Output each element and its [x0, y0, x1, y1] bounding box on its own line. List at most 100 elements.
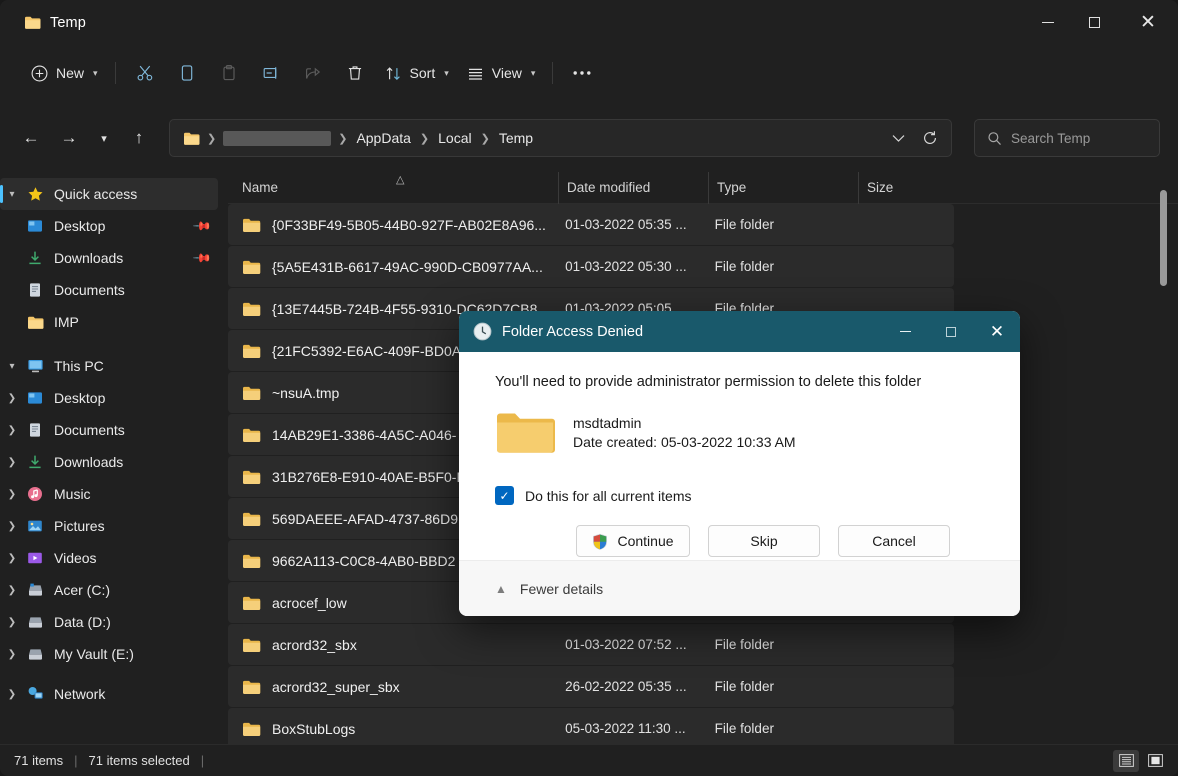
- breadcrumb-item-temp[interactable]: Temp: [493, 126, 539, 150]
- refresh-button[interactable]: [915, 123, 945, 153]
- chevron-right-icon[interactable]: ❯: [0, 553, 24, 564]
- file-name-label: 9662A113-C0C8-4AB0-BBD2: [272, 553, 455, 569]
- sort-ascending-icon: △: [396, 173, 404, 186]
- folder-icon: [242, 427, 261, 443]
- column-header-type[interactable]: Type: [708, 172, 858, 204]
- sidebar-item-downloads-quick[interactable]: Downloads 📌: [0, 242, 218, 274]
- continue-button[interactable]: Continue: [576, 525, 690, 557]
- folder-access-denied-dialog: Folder Access Denied ✕ You'll need to pr…: [459, 311, 1020, 616]
- chevron-right-icon[interactable]: ❯: [0, 521, 24, 532]
- chevron-right-icon[interactable]: ❯: [0, 457, 24, 468]
- breadcrumb-item-appdata[interactable]: AppData: [350, 126, 416, 150]
- chevron-down-icon[interactable]: ▾: [0, 361, 24, 372]
- folder-icon: [24, 15, 41, 30]
- back-button[interactable]: ←: [14, 121, 48, 155]
- sidebar-item-acer-c[interactable]: ❯ Acer (C:): [0, 574, 218, 606]
- chevron-right-icon[interactable]: ❯: [0, 393, 24, 404]
- sidebar-item-my-vault-e[interactable]: ❯ My Vault (E:): [0, 638, 218, 670]
- plus-circle-icon: [31, 65, 48, 82]
- file-name-label: ~nsuA.tmp: [272, 385, 339, 401]
- sidebar-item-videos[interactable]: ❯ Videos: [0, 542, 218, 574]
- copy-icon: [178, 64, 196, 82]
- cancel-label: Cancel: [872, 533, 916, 549]
- close-button[interactable]: ✕: [1118, 0, 1178, 45]
- table-row[interactable]: acrord32_sbx01-03-2022 07:52 ...File fol…: [228, 624, 954, 665]
- table-row[interactable]: {0F33BF49-5B05-44B0-927F-AB02E8A96...01-…: [228, 204, 954, 245]
- forward-button[interactable]: →: [52, 121, 86, 155]
- file-date-cell: 01-03-2022 05:35 ...: [557, 217, 707, 232]
- tab-label: Temp: [50, 15, 86, 31]
- maximize-icon: [946, 327, 956, 337]
- view-button[interactable]: View ▾: [458, 55, 545, 91]
- sidebar-item-data-d[interactable]: ❯ Data (D:): [0, 606, 218, 638]
- up-button[interactable]: ↑: [122, 121, 156, 155]
- table-row[interactable]: BoxStubLogs05-03-2022 11:30 ...File fold…: [228, 708, 954, 749]
- cancel-button[interactable]: Cancel: [838, 525, 950, 557]
- sidebar-item-desktop[interactable]: ❯ Desktop: [0, 382, 218, 414]
- dialog-maximize-button[interactable]: [928, 311, 974, 352]
- cut-button[interactable]: [124, 55, 166, 91]
- address-dropdown-button[interactable]: [883, 123, 913, 153]
- explorer-tab[interactable]: Temp: [14, 10, 100, 36]
- sidebar-item-downloads[interactable]: ❯ Downloads: [0, 446, 218, 478]
- chevron-down-icon[interactable]: ▾: [0, 189, 24, 200]
- folder-icon: [24, 315, 46, 330]
- sidebar-item-documents[interactable]: ❯ Documents: [0, 414, 218, 446]
- sidebar-item-documents-quick[interactable]: Documents: [0, 274, 218, 306]
- sidebar-item-desktop-quick[interactable]: Desktop 📌: [0, 210, 218, 242]
- share-button[interactable]: [292, 55, 334, 91]
- breadcrumb-folder-icon[interactable]: [179, 131, 204, 146]
- videos-icon: [24, 550, 46, 566]
- breadcrumb-redacted-segment[interactable]: [223, 131, 331, 146]
- dialog-details-toggle[interactable]: ▲ Fewer details: [459, 560, 1020, 616]
- sidebar-group-this-pc[interactable]: ▾ This PC: [0, 350, 218, 382]
- more-options-button[interactable]: [561, 55, 603, 91]
- column-header-name[interactable]: Name △: [228, 172, 558, 204]
- column-header-size[interactable]: Size: [858, 172, 956, 204]
- search-input[interactable]: Search Temp: [1011, 131, 1090, 146]
- table-row[interactable]: {5A5E431B-6617-49AC-990D-CB0977AA...01-0…: [228, 246, 954, 287]
- chevron-right-icon[interactable]: ❯: [0, 649, 24, 660]
- downloads-icon: [24, 454, 46, 470]
- delete-button[interactable]: [334, 55, 376, 91]
- sidebar-item-imp[interactable]: IMP: [0, 306, 218, 338]
- breadcrumb-separator-icon: ❯: [205, 132, 218, 145]
- chevron-right-icon[interactable]: ❯: [0, 585, 24, 596]
- chevron-right-icon[interactable]: ❯: [0, 689, 24, 700]
- sidebar-item-pictures[interactable]: ❯ Pictures: [0, 510, 218, 542]
- sidebar-group-quick-access[interactable]: ▾ Quick access: [0, 178, 218, 210]
- large-icons-view-button[interactable]: [1142, 750, 1168, 772]
- new-button[interactable]: New ▾: [22, 55, 107, 91]
- do-this-for-all-checkbox-row[interactable]: ✓ Do this for all current items: [495, 486, 984, 505]
- column-header-date-modified[interactable]: Date modified: [558, 172, 708, 204]
- file-list-scrollbar[interactable]: [1159, 180, 1168, 736]
- details-view-button[interactable]: [1113, 750, 1139, 772]
- scrollbar-thumb[interactable]: [1160, 190, 1167, 286]
- column-headers: Name △ Date modified Type Size: [228, 172, 1178, 204]
- recent-locations-button[interactable]: ▾: [90, 121, 118, 155]
- maximize-button[interactable]: [1071, 0, 1118, 45]
- file-name-label: 569DAEEE-AFAD-4737-86D9: [272, 511, 458, 527]
- sort-button[interactable]: Sort ▾: [376, 55, 458, 91]
- rename-button[interactable]: [250, 55, 292, 91]
- dialog-close-button[interactable]: ✕: [974, 311, 1020, 352]
- sidebar-group-network[interactable]: ❯ Network: [0, 678, 218, 710]
- table-row[interactable]: acrord32_super_sbx26-02-2022 05:35 ...Fi…: [228, 666, 954, 707]
- chevron-right-icon[interactable]: ❯: [0, 425, 24, 436]
- folder-icon: [495, 408, 555, 456]
- skip-button[interactable]: Skip: [708, 525, 820, 557]
- close-icon: ✕: [990, 323, 1004, 340]
- chevron-right-icon[interactable]: ❯: [0, 617, 24, 628]
- address-bar[interactable]: ❯ ❯ AppData ❯ Local ❯ Temp: [169, 119, 952, 157]
- chevron-right-icon[interactable]: ❯: [0, 489, 24, 500]
- copy-button[interactable]: [166, 55, 208, 91]
- paste-button[interactable]: [208, 55, 250, 91]
- file-name-label: acrocef_low: [272, 595, 347, 611]
- minimize-button[interactable]: [1024, 0, 1071, 45]
- breadcrumb-item-local[interactable]: Local: [432, 126, 477, 150]
- checkbox[interactable]: ✓: [495, 486, 514, 505]
- search-box[interactable]: Search Temp: [974, 119, 1160, 157]
- file-date-cell: 05-03-2022 11:30 ...: [557, 721, 707, 736]
- sidebar-item-music[interactable]: ❯ Music: [0, 478, 218, 510]
- dialog-minimize-button[interactable]: [882, 311, 928, 352]
